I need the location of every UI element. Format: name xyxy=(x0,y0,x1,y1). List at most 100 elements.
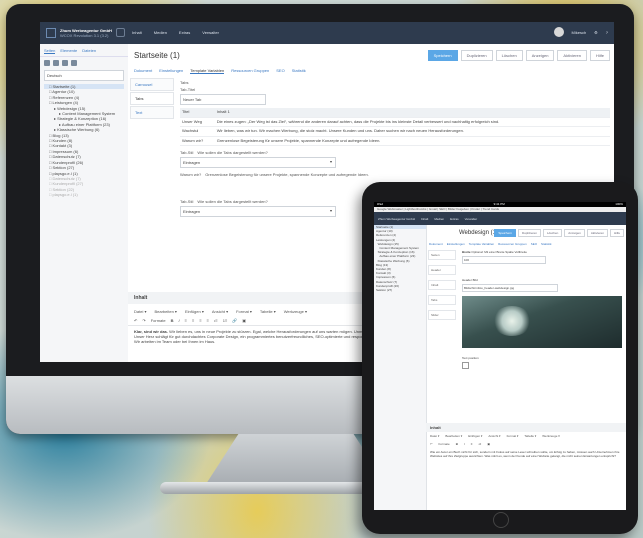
new-document-icon[interactable] xyxy=(44,60,50,66)
content-tab[interactable]: Einstellungen xyxy=(159,68,183,74)
tv-tab[interactable]: Tabs xyxy=(130,92,174,105)
list-icon[interactable]: •≡ xyxy=(214,318,218,323)
editor-menu-item[interactable]: Datei ▾ xyxy=(134,309,146,314)
italic-icon[interactable]: I xyxy=(179,318,180,323)
tab-dateien[interactable]: Dateien xyxy=(82,48,96,54)
nav-extras[interactable]: Extras xyxy=(179,30,190,35)
link-icon[interactable]: 🔗 xyxy=(232,318,237,323)
tablet-action-button[interactable]: Speichern xyxy=(494,229,516,237)
tab-style-select[interactable]: Eintragen xyxy=(180,157,336,168)
justify-icon[interactable]: ≡ xyxy=(207,318,209,323)
tv-tab[interactable]: Text xyxy=(130,106,174,119)
action-button[interactable]: Anzeigen xyxy=(525,50,555,61)
tablet-editor-menu-item[interactable]: Ansicht ▾ xyxy=(488,434,500,438)
tv-tab[interactable]: Carrousel xyxy=(130,78,174,91)
action-button[interactable]: Speichern xyxy=(427,50,458,61)
undo-icon[interactable]: ↶ xyxy=(134,318,137,323)
tablet-editor-menu-item[interactable]: Tabelle ▾ xyxy=(524,434,536,438)
search-icon[interactable] xyxy=(116,28,125,37)
tablet-nav-medien[interactable]: Medien xyxy=(434,217,444,221)
tablet-action-button[interactable]: Hilfe xyxy=(609,229,624,237)
tablet-undo-icon[interactable]: ↶ xyxy=(430,442,433,446)
tablet-italic-icon[interactable]: I xyxy=(464,442,465,446)
tablet-nav-extras[interactable]: Extras xyxy=(450,217,459,221)
tablet-content-tab[interactable]: Einstellungen xyxy=(447,242,465,246)
content-tab[interactable]: Dokument xyxy=(134,68,152,74)
formats-dropdown[interactable]: Formate xyxy=(151,318,166,323)
align-left-icon[interactable]: ≡ xyxy=(185,318,187,323)
tablet-content-tab[interactable]: Ressourcen Gruppen xyxy=(498,242,527,246)
tablet-bold-icon[interactable]: B xyxy=(456,442,458,446)
editor-menu-item[interactable]: Einfügen ▾ xyxy=(185,309,204,314)
gear-icon[interactable]: ⚙ xyxy=(594,30,598,35)
refresh-icon[interactable] xyxy=(71,60,77,66)
menu-grid-icon[interactable] xyxy=(46,28,56,38)
tablet-image-icon[interactable]: ▣ xyxy=(487,442,490,446)
action-button[interactable]: Aktivieren xyxy=(557,50,587,61)
tablet-content-tab[interactable]: Template Variablen xyxy=(469,242,494,246)
tab-title-input[interactable]: Neuer Tab xyxy=(180,94,266,105)
tablet-tv-tab[interactable]: Seiten xyxy=(428,250,456,260)
editor-menu-item[interactable]: Ansicht ▾ xyxy=(212,309,228,314)
tablet-formats-dropdown[interactable]: Formate xyxy=(439,442,450,446)
user-name[interactable]: Mikesch xyxy=(572,30,587,35)
image-icon[interactable]: ▣ xyxy=(242,318,246,323)
tablet-editor-menu-item[interactable]: Bearbeiten ▾ xyxy=(445,434,462,438)
editor-menu-item[interactable]: Format ▾ xyxy=(236,309,252,314)
content-tab[interactable]: Ressourcen Gruppen xyxy=(231,68,269,74)
action-button[interactable]: Duplizieren xyxy=(460,50,493,61)
help-icon[interactable]: ? xyxy=(606,30,608,35)
table-row[interactable]: Titel Inhalt 1 xyxy=(180,108,610,118)
numbered-list-icon[interactable]: 1≡ xyxy=(223,318,228,323)
content-tab[interactable]: SEO xyxy=(276,68,284,74)
content-tab[interactable]: Statistik xyxy=(292,68,306,74)
tablet-editor-body[interactable]: Wie ein Autor ein Buch nicht für sich, s… xyxy=(426,448,626,460)
action-button[interactable]: Hilfe xyxy=(589,50,610,61)
settings-icon[interactable] xyxy=(62,60,68,66)
nav-medien[interactable]: Medien xyxy=(154,30,167,35)
tablet-action-button[interactable]: Aktivieren xyxy=(586,229,608,237)
tablet-tree-item[interactable]: Sektion (27) xyxy=(374,288,426,292)
tablet-action-button[interactable]: Anzeigen xyxy=(564,229,585,237)
tree-item[interactable]: □ playsgo.e.l (1) xyxy=(44,192,124,197)
tablet-list-icon[interactable]: •≡ xyxy=(478,442,481,446)
content-tab[interactable]: Template Variablen xyxy=(190,68,225,74)
tablet-content-tab[interactable]: Statistik xyxy=(541,242,552,246)
editor-menu-item[interactable]: Werkzeuge ▾ xyxy=(284,309,307,314)
tablet-editor-menu-item[interactable]: Werkzeuge ▾ xyxy=(542,434,559,438)
align-right-icon[interactable]: ≡ xyxy=(199,318,201,323)
nav-inhalt[interactable]: Inhalt xyxy=(132,30,142,35)
tablet-content-tab[interactable]: SEO xyxy=(531,242,537,246)
text-position-checkbox[interactable] xyxy=(462,362,469,369)
tab-elemente[interactable]: Elemente xyxy=(60,48,77,54)
tablet-align-icon[interactable]: ≡ xyxy=(471,442,473,446)
table-row[interactable]: Unser Weg Die eines zugen: „Der Weg ist d… xyxy=(180,117,610,127)
edit-icon[interactable] xyxy=(53,60,59,66)
tablet-action-button[interactable]: Duplizieren xyxy=(517,229,541,237)
tablet-tv-tab[interactable]: Tabs xyxy=(428,295,456,305)
tablet-nav-inhalt[interactable]: Inhalt xyxy=(421,217,428,221)
tab-seiten[interactable]: Seiten xyxy=(44,48,56,54)
tablet-tv-tab[interactable]: Header xyxy=(428,265,456,275)
tablet-editor-menu-item[interactable]: Datei ▾ xyxy=(430,434,439,438)
align-center-icon[interactable]: ≡ xyxy=(192,318,194,323)
breite-select[interactable]: 100 xyxy=(462,256,546,264)
action-button[interactable]: Löschen xyxy=(495,50,523,61)
tablet-nav-verwalter[interactable]: Verwalter xyxy=(465,217,478,221)
table-row[interactable]: Wachstul Wir lieben, was wir tun. Wir mac… xyxy=(180,126,610,137)
tablet-tv-tab[interactable]: Slider xyxy=(428,310,456,320)
tab-style-select-2[interactable]: Eintragen xyxy=(180,206,336,217)
header-bild-file[interactable]: Bildschirmfoto_header-webdesign.jpg xyxy=(462,284,558,292)
tablet-tv-tab[interactable]: Inhalt xyxy=(428,280,456,290)
context-select[interactable]: Deutsch xyxy=(44,70,124,81)
tablet-editor-menu-item[interactable]: Format ▾ xyxy=(507,434,519,438)
home-button[interactable] xyxy=(493,512,509,528)
tablet-action-button[interactable]: Löschen xyxy=(542,229,563,237)
nav-verwalter[interactable]: Verwalter xyxy=(202,30,219,35)
editor-menu-item[interactable]: Bearbeiten ▾ xyxy=(154,309,176,314)
editor-menu-item[interactable]: Tabelle ▾ xyxy=(260,309,276,314)
avatar[interactable] xyxy=(553,27,564,37)
redo-icon[interactable]: ↷ xyxy=(142,318,145,323)
tablet-editor-menu-item[interactable]: Einfügen ▾ xyxy=(468,434,482,438)
table-row[interactable]: Warum wir? Grenzenlose Begeisterung für u… xyxy=(180,136,610,146)
